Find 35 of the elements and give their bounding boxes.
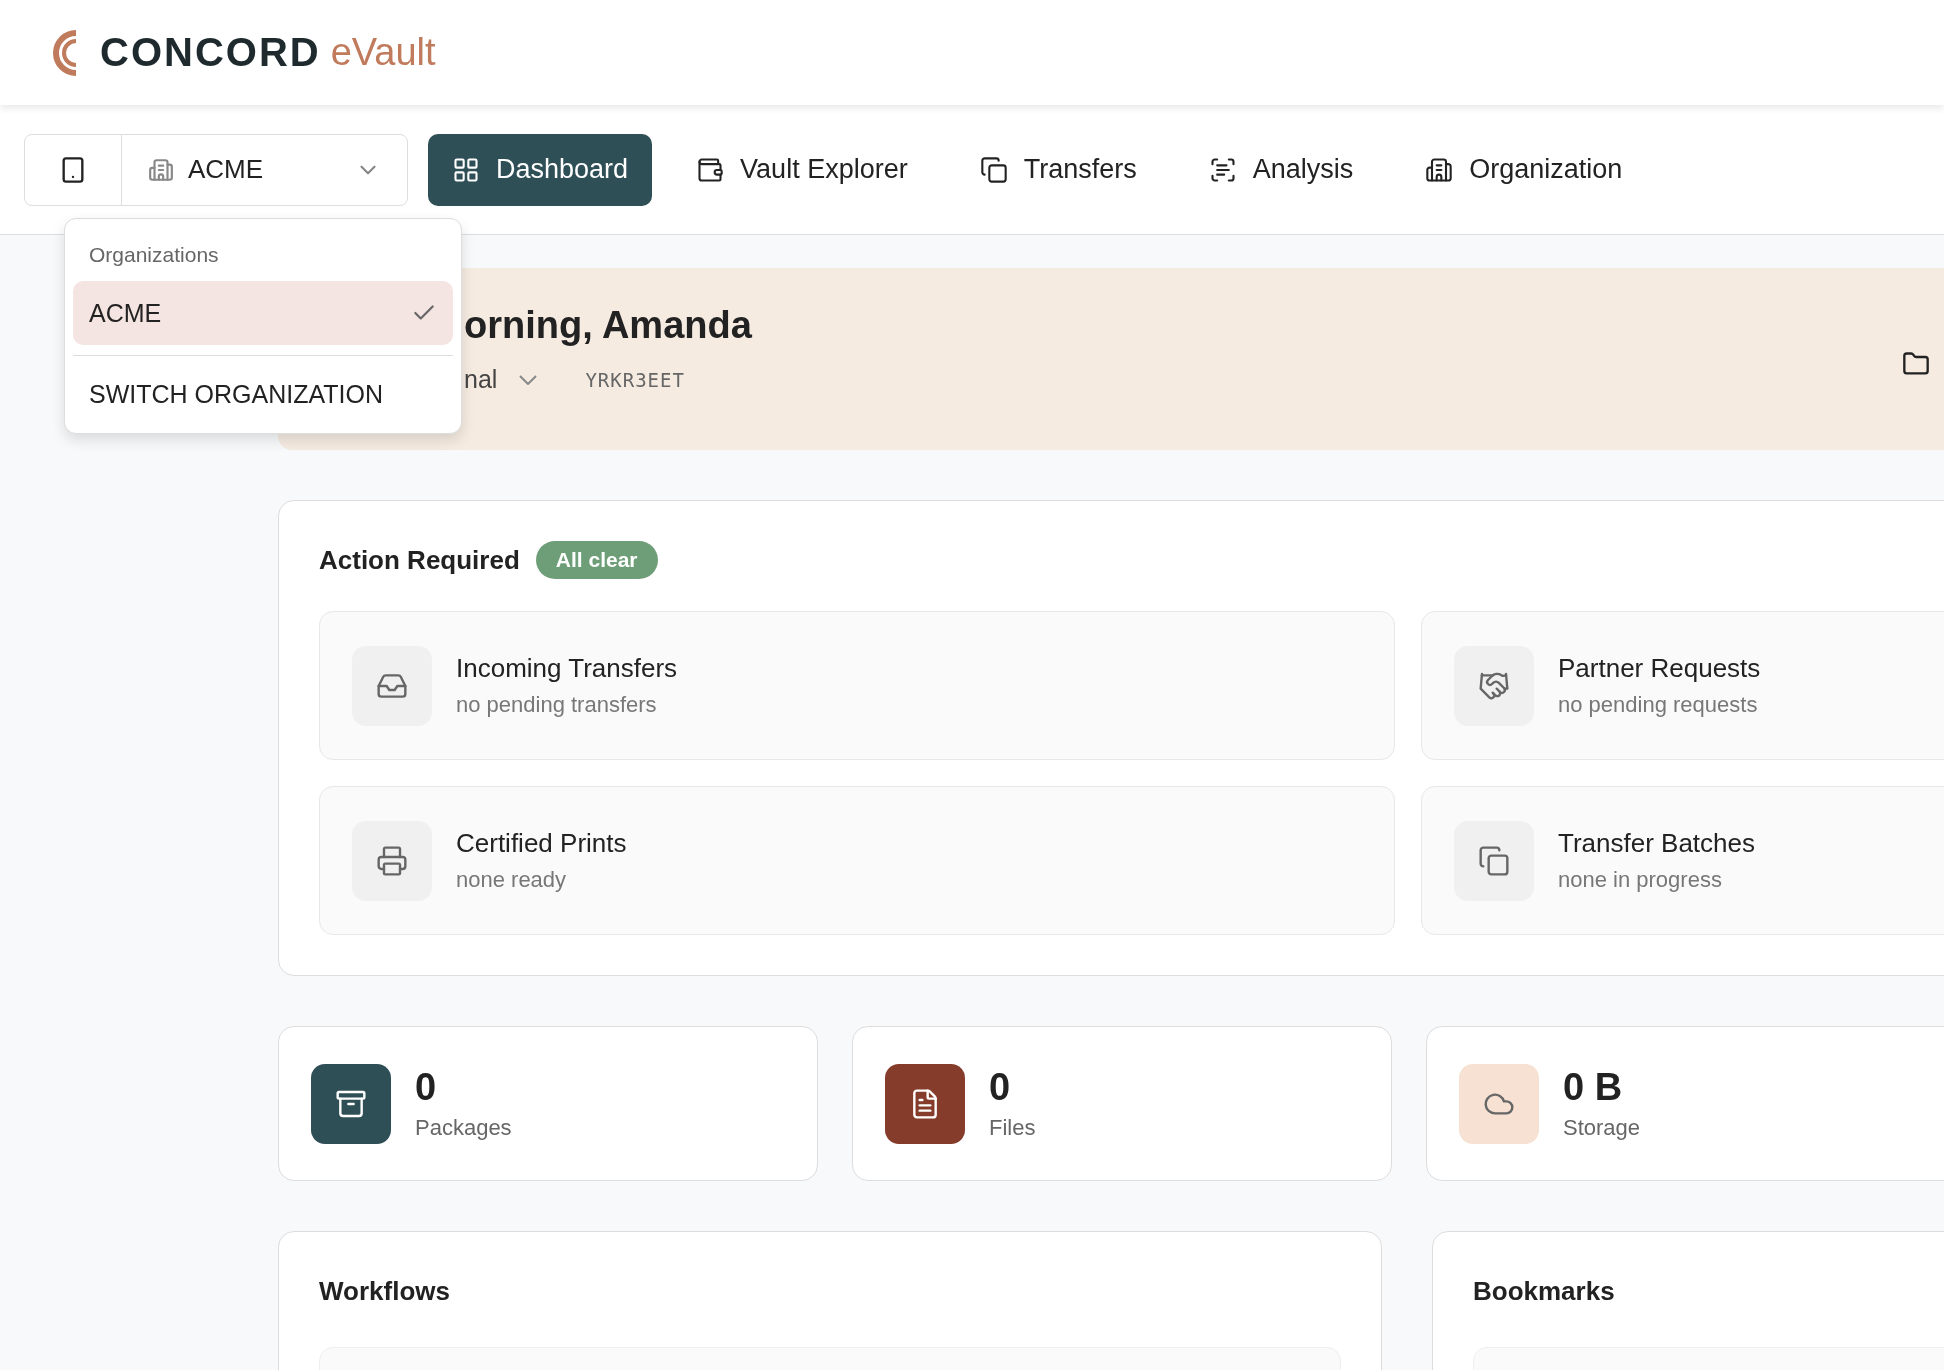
stat-label: Packages — [415, 1115, 512, 1141]
action-item[interactable]: Certified Prints none ready — [319, 786, 1395, 935]
brand-name: CONCORD — [100, 30, 321, 75]
status-badge: All clear — [535, 541, 658, 579]
action-item[interactable]: Incoming Transfers no pending transfers — [319, 611, 1395, 760]
menu-heading: Organizations — [88, 242, 220, 268]
vault-code: YRKR3EET — [585, 368, 685, 391]
action-title: Partner Requests — [1558, 653, 1761, 684]
switch-organization-item[interactable]: SWITCH ORGANIZATION — [73, 366, 399, 423]
panel-title: Workflows — [319, 1276, 451, 1307]
panel-title: Bookmarks — [1473, 1276, 1616, 1307]
nav-tab[interactable]: Analysis — [1184, 133, 1378, 206]
nav-tab[interactable]: Transfers — [955, 133, 1161, 206]
stat-label: Storage — [1563, 1115, 1641, 1141]
nav-tab[interactable]: Organization — [1401, 133, 1647, 206]
action-status: no pending transfers — [456, 692, 658, 718]
action-status: none in progress — [1558, 867, 1723, 893]
stat-value: 0 — [989, 1066, 1012, 1109]
action-item[interactable]: Partner Requests no pending requests — [1421, 611, 1944, 760]
scope-select[interactable]: nal — [464, 365, 538, 394]
action-title: Incoming Transfers — [456, 653, 678, 684]
action-title: Transfer Batches — [1558, 828, 1755, 859]
stat-value: 0 — [415, 1066, 438, 1109]
menu-item[interactable]: ACME — [73, 281, 453, 345]
nav-tab[interactable]: Vault Explorer — [672, 133, 932, 206]
action-status: no pending requests — [1558, 692, 1759, 718]
stat-value: 0 B — [1563, 1066, 1624, 1109]
card-title: Action Required — [319, 544, 520, 576]
action-status: none ready — [456, 867, 568, 893]
action-title: Certified Prints — [456, 828, 627, 859]
product-name: eVault — [330, 31, 436, 74]
nav-tab[interactable]: Dashboard — [428, 133, 653, 206]
greeting: orning, Amanda — [464, 304, 753, 347]
action-item[interactable]: Transfer Batches none in progress — [1421, 786, 1944, 935]
stat-label: Files — [989, 1115, 1036, 1141]
